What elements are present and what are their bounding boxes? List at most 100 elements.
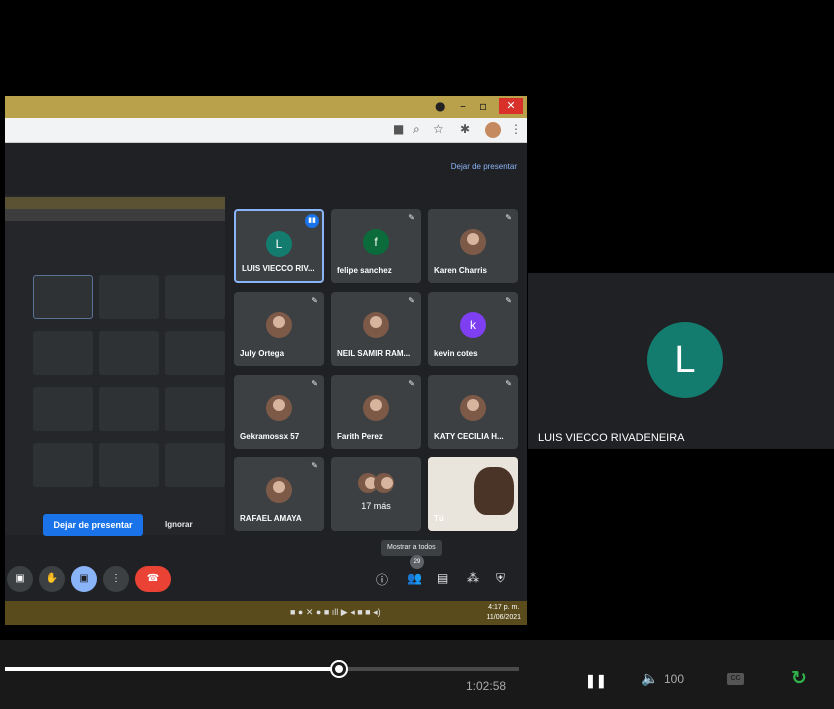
nested-tile [165, 331, 225, 375]
mic-off-icon: ✎ [505, 379, 512, 388]
participant-avatar: f [363, 229, 389, 255]
participant-name: Farith Perez [337, 432, 383, 441]
participant-name: KATY CECILIA H... [434, 432, 504, 441]
nested-tile [99, 275, 159, 319]
seek-bar[interactable] [5, 667, 519, 671]
participant-tile[interactable]: ✎ Karen Charris [428, 209, 518, 283]
participant-photo [266, 395, 292, 421]
participant-photo [460, 229, 486, 255]
participant-tile[interactable]: ✎ July Ortega [234, 292, 324, 366]
nested-tile [33, 275, 93, 319]
participant-name: RAFAEL AMAYA [240, 514, 302, 523]
participant-name: Gekramossx 57 [240, 432, 300, 441]
captions-toggle-icon[interactable]: CC [727, 673, 744, 685]
participant-photo [266, 477, 292, 503]
chat-icon[interactable]: ▤ [437, 571, 448, 585]
participant-count-badge: 29 [410, 555, 424, 569]
star-icon[interactable]: ☆ [433, 122, 444, 136]
participant-name: felipe sanchez [337, 266, 392, 275]
nested-tile [99, 443, 159, 487]
host-controls-icon[interactable]: ⛨ [496, 571, 505, 586]
present-button[interactable]: ▣ [71, 566, 97, 592]
screen-share-video[interactable]: ● – ▫ ✕ ■ ⌕ ☆ ✱ ⋮ Dejar de presentar Dej… [5, 8, 527, 640]
activities-icon[interactable]: ⁂ [467, 571, 479, 585]
participant-name: July Ortega [240, 349, 285, 358]
nested-tile [165, 387, 225, 431]
participant-tile[interactable]: Tú [428, 457, 518, 531]
participant-tile[interactable]: k ✎ kevin cotes [428, 292, 518, 366]
people-icon[interactable]: 👥 [407, 571, 422, 585]
participant-name: Tú [434, 514, 444, 523]
show-all-tooltip: Mostrar a todos [381, 540, 442, 556]
participant-tile[interactable]: ✎ Gekramossx 57 [234, 375, 324, 449]
zoom-icon[interactable]: ⌕ [413, 122, 420, 137]
meet-window: Dejar de presentar Dejar de presentar Ig… [5, 143, 527, 601]
replay-icon[interactable]: ↻ [791, 667, 807, 689]
participant-name: Karen Charris [434, 266, 487, 275]
video-player: ● – ▫ ✕ ■ ⌕ ☆ ✱ ⋮ Dejar de presentar Dej… [0, 0, 834, 709]
mic-off-icon: ✎ [408, 296, 415, 305]
pause-icon[interactable]: ❚❚ [585, 673, 607, 689]
participant-tile[interactable]: L ▮▮ LUIS VIECCO RIV... [234, 209, 324, 283]
nested-tile [33, 443, 93, 487]
more-options-button[interactable]: ⋮ [103, 566, 129, 592]
participant-tile[interactable]: 17 más [331, 457, 421, 531]
volume-level[interactable]: 100 [664, 672, 684, 686]
mic-off-icon: ✎ [408, 379, 415, 388]
captions-button[interactable]: ▣ [7, 566, 33, 592]
participant-photo [266, 312, 292, 338]
nested-tile [33, 331, 93, 375]
participant-avatar: L [266, 231, 292, 257]
participant-tile[interactable]: ✎ Farith Perez [331, 375, 421, 449]
profile-avatar[interactable] [485, 122, 501, 138]
close-icon[interactable]: ✕ [499, 98, 523, 114]
nested-tile [99, 331, 159, 375]
extensions-icon[interactable]: ✱ [460, 122, 470, 136]
participant-avatar: k [460, 312, 486, 338]
taskbar-date: 11/06/2021 [486, 614, 521, 621]
active-speaker-panel: L LUIS VIECCO RIVADENEIRA [528, 273, 834, 449]
participant-tile[interactable]: ✎ NEIL SAMIR RAM... [331, 292, 421, 366]
tray-icons: ■ ● ✕ ● ■ ıll ▶ ◂ ■ ■ ◂) [290, 607, 381, 617]
meet-toolbar: ▣ ✋ ▣ ⋮ ☎ ⓘ 👥 ▤ ⁂ ⛨ [5, 560, 527, 600]
participant-tile[interactable]: ✎ KATY CECILIA H... [428, 375, 518, 449]
ignore-button[interactable]: Ignorar [165, 520, 193, 529]
taskbar-clock: 4:17 p. m. 11/06/2021 [486, 603, 521, 623]
mic-off-icon: ✎ [505, 296, 512, 305]
nested-tile [165, 443, 225, 487]
nested-tile [165, 275, 225, 319]
speaking-indicator-icon: ▮▮ [305, 214, 319, 228]
nested-screen-share [5, 195, 225, 535]
seek-thumb[interactable] [332, 662, 347, 676]
nested-toolbar [5, 209, 225, 221]
nested-title-bar [5, 197, 225, 209]
raise-hand-button[interactable]: ✋ [39, 566, 65, 592]
participant-photo [374, 473, 394, 493]
self-video-person [474, 467, 514, 515]
end-call-button[interactable]: ☎ [135, 566, 171, 592]
restore-icon[interactable]: ▫ [479, 99, 487, 113]
volume-icon[interactable]: 🔈 [641, 671, 658, 687]
browser-title-bar: ● – ▫ ✕ [5, 96, 527, 118]
participant-photo [363, 312, 389, 338]
mic-off-icon: ✎ [311, 461, 318, 470]
taskbar-time: 4:17 p. m. [488, 604, 520, 611]
nested-tile [99, 387, 159, 431]
participant-name: NEIL SAMIR RAM... [337, 349, 411, 358]
stop-presenting-button[interactable]: Dejar de presentar [43, 514, 143, 536]
info-icon[interactable]: ⓘ [376, 571, 388, 588]
nested-tile [33, 387, 93, 431]
windows-taskbar: ■ ● ✕ ● ■ ıll ▶ ◂ ■ ■ ◂) 4:17 p. m. 11/0… [5, 601, 527, 625]
menu-dots-icon[interactable]: ⋮ [510, 122, 522, 136]
participant-tile[interactable]: f ✎ felipe sanchez [331, 209, 421, 283]
stop-presenting-link[interactable]: Dejar de presentar [451, 162, 517, 171]
elapsed-time: 1:02:58 [466, 679, 507, 693]
mic-off-icon: ✎ [311, 379, 318, 388]
minimize-icon[interactable]: – [460, 99, 466, 113]
player-controls: 1:02:58 ❚❚ 🔈 100 CC ↻ [0, 640, 834, 709]
participant-name: 17 más [361, 501, 391, 511]
camera-icon[interactable]: ■ [393, 122, 404, 136]
participant-name: kevin cotes [434, 349, 478, 358]
browser-record-icon: ● [435, 99, 446, 113]
participant-tile[interactable]: ✎ RAFAEL AMAYA [234, 457, 324, 531]
